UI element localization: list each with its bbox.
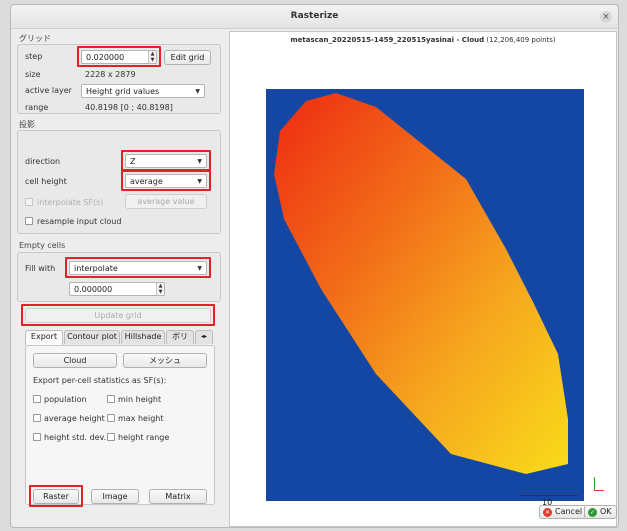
close-icon[interactable]: × [600, 11, 612, 23]
max-height-checkbox[interactable] [107, 414, 115, 422]
cloud-name: metascan_20220515-1459_220515yasinai - C… [290, 36, 485, 44]
empty-cells-section-label: Empty cells [19, 241, 66, 250]
update-grid-button[interactable]: Update grid [25, 308, 211, 323]
height-range-label: height range [118, 433, 170, 442]
max-height-label: max height [118, 414, 164, 423]
ok-label: OK [600, 507, 612, 516]
direction-value: Z [130, 157, 136, 166]
active-layer-label: active layer [25, 86, 72, 95]
stats-label: Export per-cell statistics as SF(s): [33, 376, 167, 385]
height-range-checkbox[interactable] [107, 433, 115, 441]
raster-button[interactable]: Raster [33, 489, 79, 504]
tab-contour-plot[interactable]: Contour plot [64, 330, 120, 344]
step-value: 0.020000 [86, 53, 125, 62]
cloud-button[interactable]: Cloud [33, 353, 117, 368]
cancel-button[interactable]: ✕ Cancel [539, 505, 588, 519]
fill-with-label: Fill with [25, 264, 56, 273]
min-height-label: min height [118, 395, 162, 404]
range-label: range [25, 103, 49, 112]
scale-bar [520, 495, 578, 496]
height-std-dev-checkbox[interactable] [33, 433, 41, 441]
interpolate-sfs-select[interactable]: average value [125, 194, 207, 209]
grid-section-label: グリッド [19, 34, 51, 43]
mesh-button[interactable]: メッシュ [123, 353, 207, 368]
tab-export[interactable]: Export [25, 330, 63, 345]
direction-select[interactable]: Z ▼ [125, 154, 207, 168]
fill-value: 0.000000 [74, 285, 113, 294]
cell-height-label: cell height [25, 177, 67, 186]
range-value: 40.8198 [0 ; 40.8198] [85, 103, 173, 112]
axis-trihedron-icon [594, 477, 604, 491]
size-label: size [25, 70, 41, 79]
spin-arrows-icon[interactable]: ▲ ▼ [148, 51, 156, 63]
average-height-checkbox[interactable] [33, 414, 41, 422]
fill-with-select[interactable]: interpolate ▼ [69, 261, 207, 275]
dropdown-arrow-icon: ▼ [197, 265, 202, 272]
ok-icon: ✓ [588, 508, 597, 517]
population-checkbox[interactable] [33, 395, 41, 403]
active-layer-select[interactable]: Height grid values ▼ [81, 84, 205, 98]
direction-label: direction [25, 157, 61, 166]
interpolate-sfs-label: interpolate SF(s) [37, 198, 104, 207]
average-height-label: average height [44, 414, 105, 423]
min-height-checkbox[interactable] [107, 395, 115, 403]
edit-grid-button[interactable]: Edit grid [164, 50, 211, 65]
tab-hillshade[interactable]: Hillshade [121, 330, 165, 344]
ok-button[interactable]: ✓ OK [584, 505, 617, 519]
point-count: (12,206,409 points) [484, 36, 556, 44]
tab-bar: Export Contour plot Hillshade ボリ ◂▸ [17, 330, 221, 346]
size-value: 2228 x 2879 [85, 70, 136, 79]
cell-height-select[interactable]: average ▼ [125, 174, 207, 188]
step-label: step [25, 52, 43, 61]
resample-label: resample input cloud [37, 217, 122, 226]
cloud-viewer[interactable]: metascan_20220515-1459_220515yasinai - C… [229, 31, 617, 527]
resample-checkbox[interactable] [25, 217, 33, 225]
window-title: Rasterize [290, 11, 339, 21]
spin-arrows-icon[interactable]: ▲ ▼ [156, 283, 164, 295]
active-layer-value: Height grid values [86, 87, 160, 96]
projection-section-label: 投影 [19, 120, 35, 129]
dropdown-arrow-icon: ▼ [197, 178, 202, 185]
rasterize-dialog: Rasterize × グリッド step 0.020000 ▲ ▼ Edit g… [10, 4, 619, 528]
tab-scroll-arrows-icon[interactable]: ◂▸ [195, 330, 213, 344]
dropdown-arrow-icon: ▼ [195, 88, 200, 95]
tab-volume[interactable]: ボリ [166, 330, 194, 344]
cell-height-value: average [130, 177, 163, 186]
image-button[interactable]: Image [91, 489, 139, 504]
title-bar: Rasterize × [11, 5, 618, 29]
population-label: population [44, 395, 87, 404]
interpolate-sfs-checkbox[interactable] [25, 198, 33, 206]
point-cloud-shape [274, 93, 568, 474]
matrix-button[interactable]: Matrix [149, 489, 207, 504]
export-panel [25, 345, 215, 505]
viewer-title: metascan_20220515-1459_220515yasinai - C… [230, 36, 616, 44]
dropdown-arrow-icon: ▼ [197, 158, 202, 165]
fill-value-input[interactable]: 0.000000 ▲ ▼ [69, 282, 165, 296]
cancel-icon: ✕ [543, 508, 552, 517]
step-input[interactable]: 0.020000 ▲ ▼ [81, 50, 157, 64]
height-std-dev-label: height std. dev. [44, 433, 107, 442]
fill-with-value: interpolate [74, 264, 118, 273]
cancel-label: Cancel [555, 507, 583, 516]
